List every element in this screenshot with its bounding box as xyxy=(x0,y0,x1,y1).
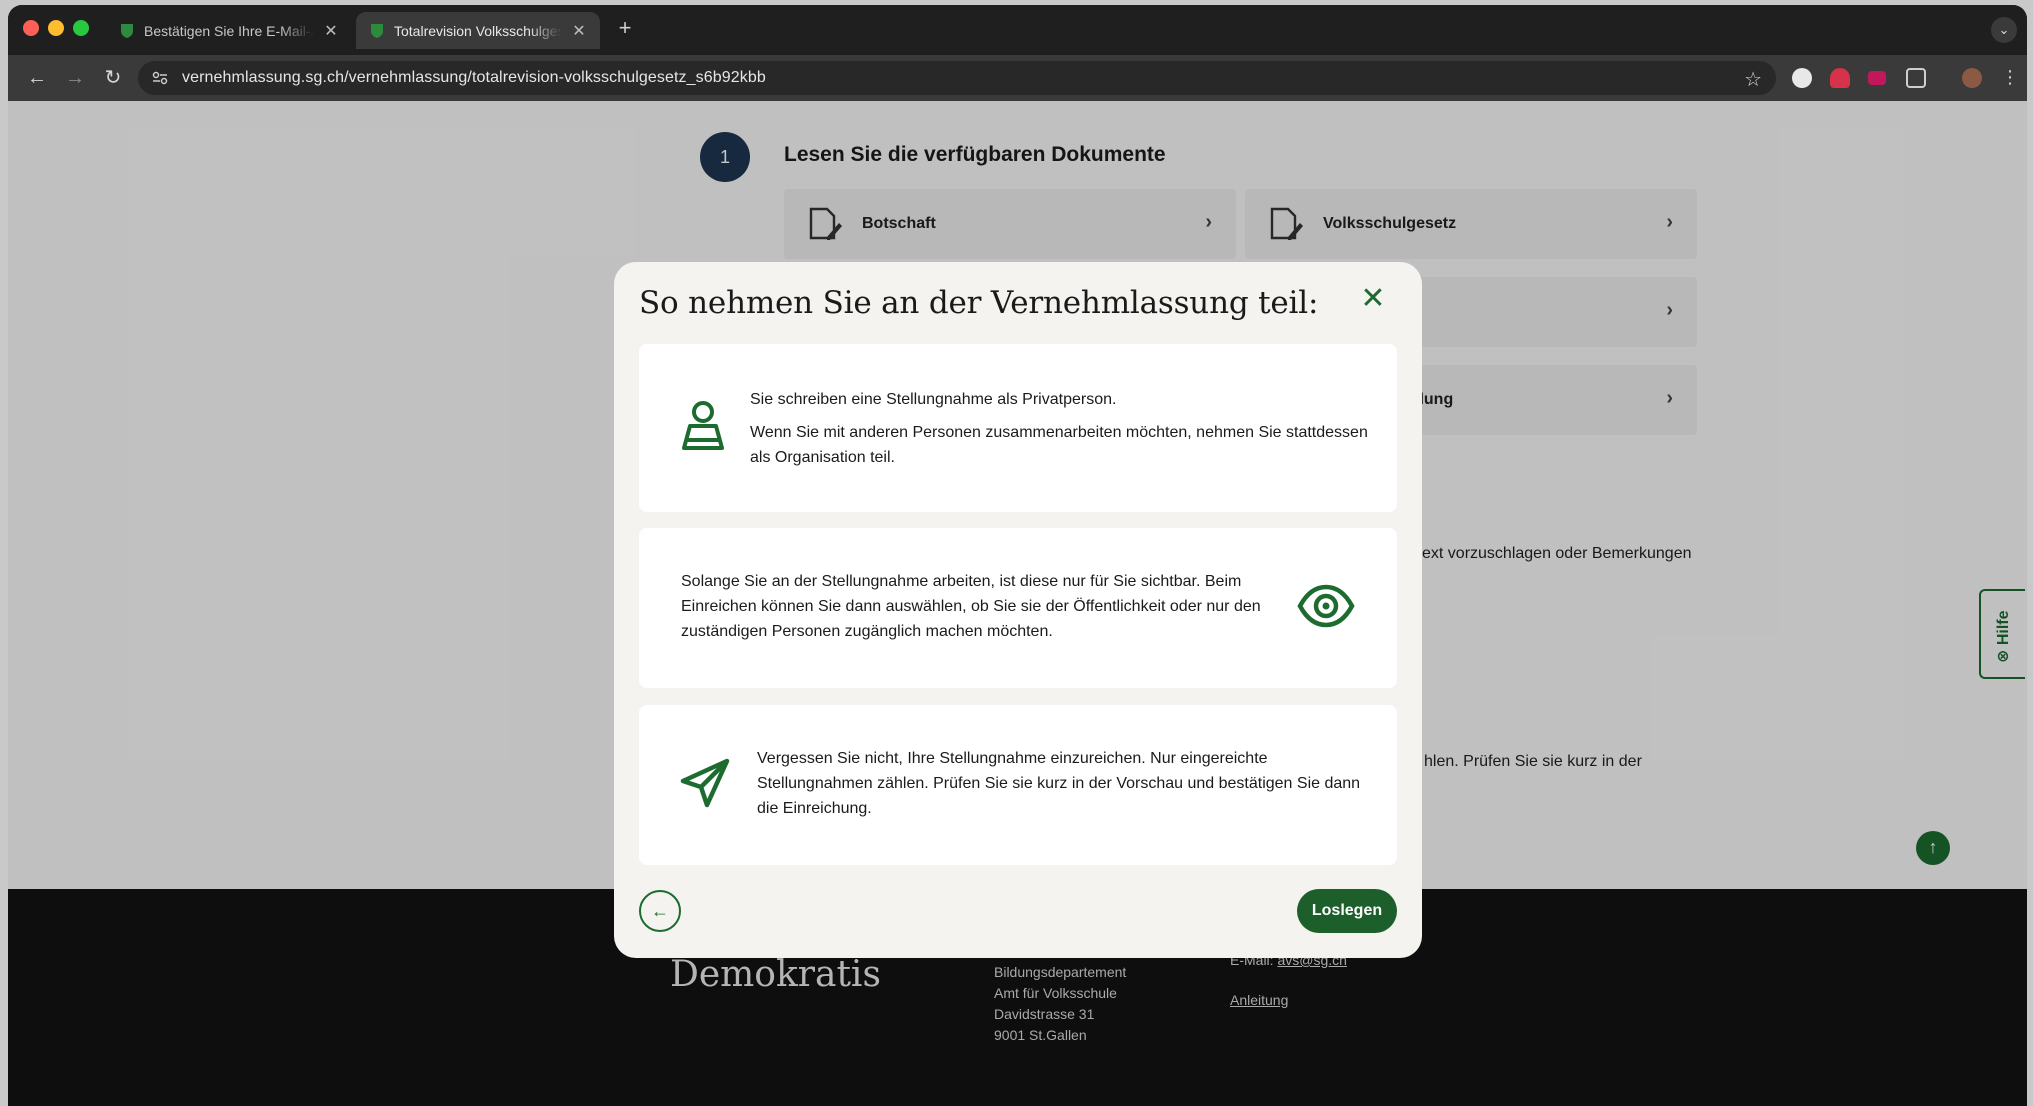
dialog-title: So nehmen Sie an der Vernehmlassung teil… xyxy=(639,285,1319,321)
profile-avatar[interactable] xyxy=(1962,68,1982,88)
info-card-visibility: Solange Sie an der Stellungnahme arbeite… xyxy=(639,528,1397,688)
close-dialog-button[interactable]: ✕ xyxy=(1358,284,1388,314)
url-text: vernehmlassung.sg.ch/vernehmlassung/tota… xyxy=(182,69,766,86)
shield-favicon-icon xyxy=(121,23,133,38)
card-text-secondary: Wenn Sie mit anderen Personen zusammenar… xyxy=(750,424,1368,466)
info-card-submit: Vergessen Sie nicht, Ihre Stellungnahme … xyxy=(639,705,1397,865)
shield-favicon-icon xyxy=(371,23,383,38)
tab-title: Totalrevision Volksschulgesetz xyxy=(394,22,562,39)
browser-toolbar: ← → ↻ vernehmlassung.sg.ch/vernehmlassun… xyxy=(8,55,2027,101)
tab-totalrevision[interactable]: Totalrevision Volksschulgesetz ✕ xyxy=(356,12,600,49)
back-button[interactable]: ← xyxy=(24,65,50,91)
more-menu-icon[interactable]: ⋮ xyxy=(2000,68,2020,88)
tab-close-icon[interactable]: ✕ xyxy=(572,21,586,41)
tab-title: Bestätigen Sie Ihre E-Mail-Adresse xyxy=(144,22,314,39)
back-button[interactable]: ← xyxy=(639,890,681,932)
tab-strip: Bestätigen Sie Ihre E-Mail-Adresse ✕ Tot… xyxy=(8,5,2027,55)
person-icon xyxy=(682,401,724,450)
paper-plane-icon xyxy=(680,758,730,808)
minimize-window-button[interactable] xyxy=(48,20,64,36)
start-button[interactable]: Loslegen xyxy=(1297,889,1397,933)
card-text: Solange Sie an der Stellungnahme arbeite… xyxy=(681,573,1261,640)
reload-button[interactable]: ↻ xyxy=(100,65,126,91)
web-page: 1 Lesen Sie die verfügbaren Dokumente Bo… xyxy=(8,101,2027,1106)
info-card-private-person: Sie schreiben eine Stellungnahme als Pri… xyxy=(639,344,1397,512)
eye-icon xyxy=(1297,584,1355,628)
close-window-button[interactable] xyxy=(23,20,39,36)
maximize-window-button[interactable] xyxy=(73,20,89,36)
tab-close-icon[interactable]: ✕ xyxy=(324,21,338,41)
extension-icon[interactable] xyxy=(1868,71,1886,85)
address-bar[interactable]: vernehmlassung.sg.ch/vernehmlassung/tota… xyxy=(138,61,1776,95)
tab-email-confirm[interactable]: Bestätigen Sie Ihre E-Mail-Adresse ✕ xyxy=(106,12,352,49)
extension-icon[interactable] xyxy=(1830,68,1850,88)
puzzle-extensions-icon[interactable] xyxy=(1906,68,1926,88)
card-text-primary: Sie schreiben eine Stellungnahme als Pri… xyxy=(750,391,1117,408)
site-settings-icon[interactable] xyxy=(152,71,168,85)
card-text: Vergessen Sie nicht, Ihre Stellungnahme … xyxy=(757,750,1361,817)
bookmark-star-icon[interactable]: ☆ xyxy=(1744,67,1762,92)
new-tab-button[interactable]: + xyxy=(612,15,638,41)
tab-search-menu-button[interactable]: ⌄ xyxy=(1991,17,2017,43)
participation-dialog: So nehmen Sie an der Vernehmlassung teil… xyxy=(614,262,1422,958)
extension-icon[interactable] xyxy=(1792,68,1812,88)
forward-button[interactable]: → xyxy=(62,65,88,91)
browser-window: Bestätigen Sie Ihre E-Mail-Adresse ✕ Tot… xyxy=(8,5,2027,1106)
